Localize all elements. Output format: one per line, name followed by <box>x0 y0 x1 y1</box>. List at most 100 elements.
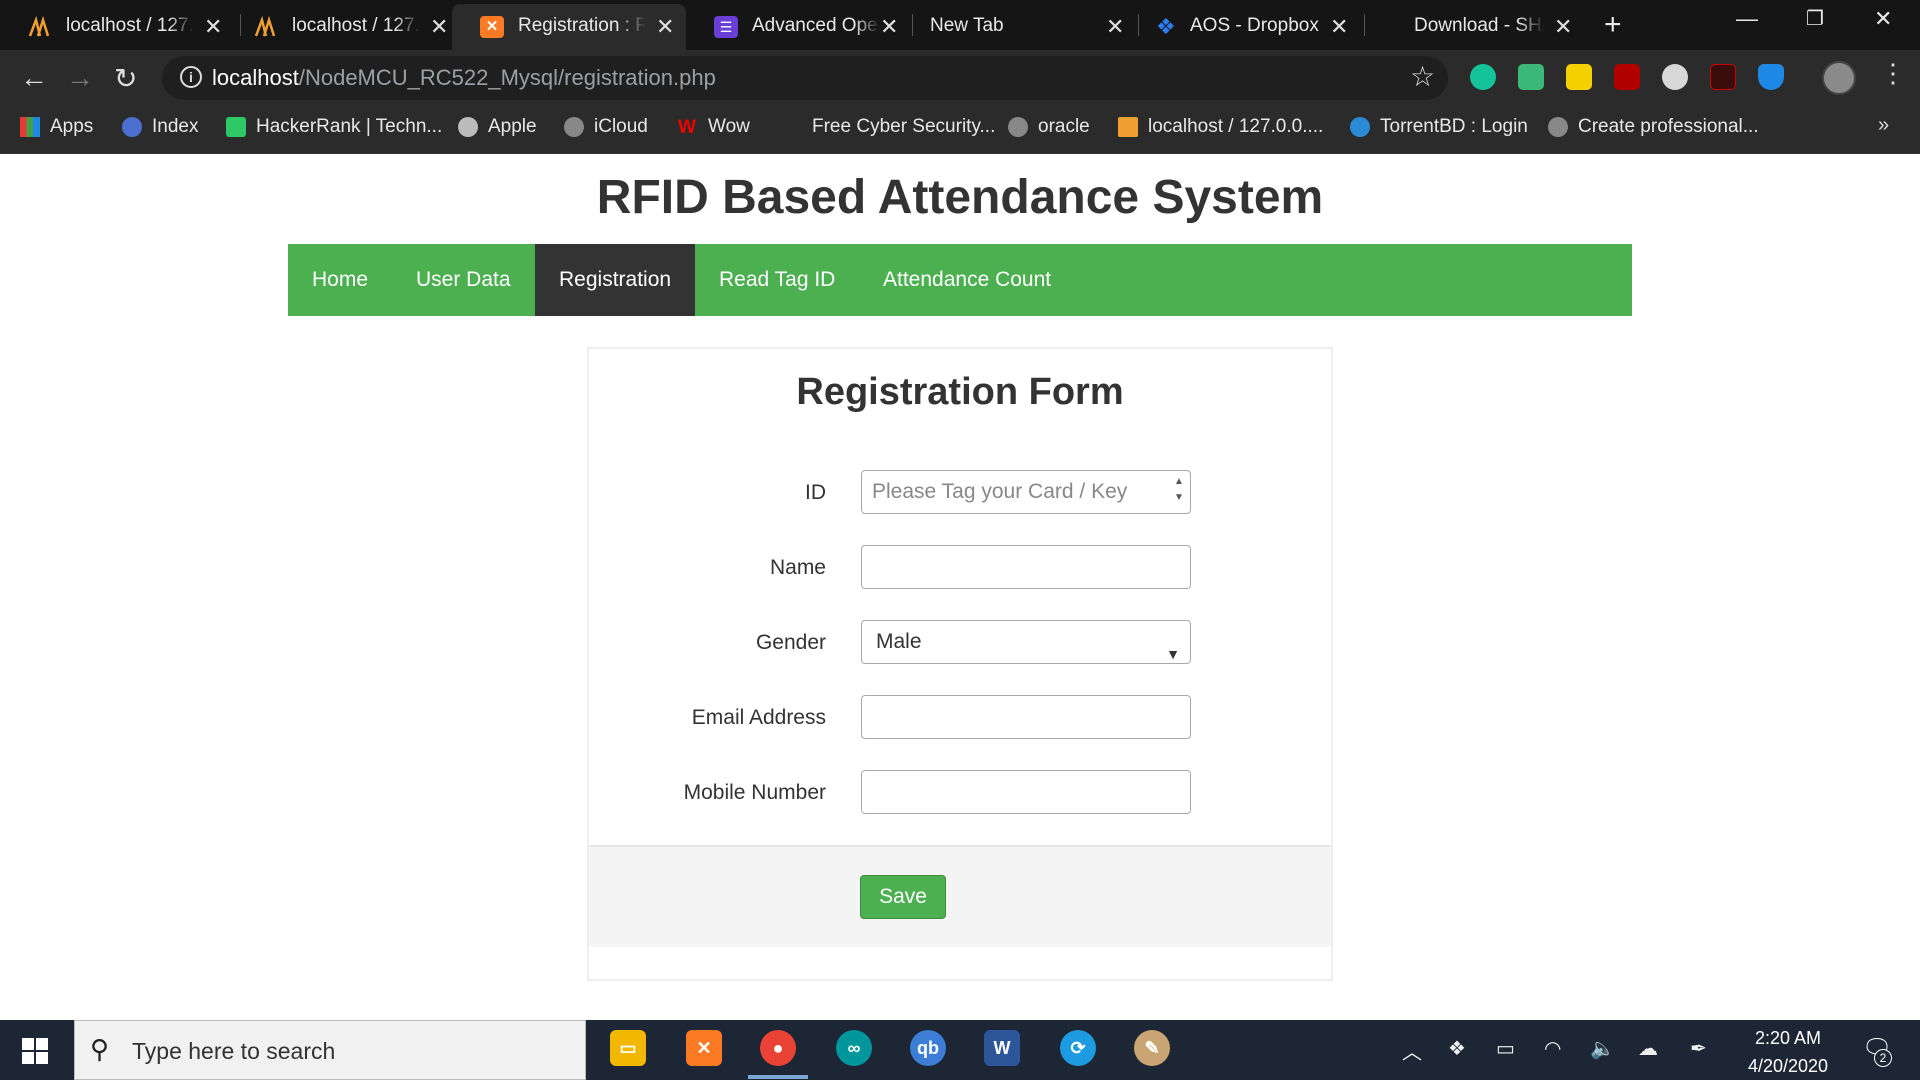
bookmark-apple[interactable]: Apple <box>458 116 537 138</box>
date: 4/20/2020 <box>1747 1056 1829 1076</box>
bookmark-torrentbd[interactable]: TorrentBD : Login <box>1350 116 1528 138</box>
ublock-icon[interactable] <box>1614 64 1640 90</box>
bookmark-create-professional[interactable]: Create professional... <box>1548 116 1759 138</box>
nav-attendance-count[interactable]: Attendance Count <box>859 244 1075 316</box>
mail-extension-icon[interactable] <box>1518 64 1544 90</box>
chrome-icon[interactable]: ● <box>760 1030 796 1066</box>
bookmark-oracle[interactable]: oracle <box>1008 116 1090 138</box>
close-icon[interactable]: ✕ <box>1106 14 1124 40</box>
chevron-up-icon[interactable]: ︿ <box>1402 1036 1422 1065</box>
search-icon: ⚲ <box>90 1034 110 1064</box>
tab-registration[interactable]: ✕ Registration : RF ✕ <box>452 4 686 50</box>
battery-icon[interactable]: ▭ <box>1496 1036 1515 1061</box>
tab-download[interactable]: Download - SH/ ✕ <box>1364 4 1590 50</box>
word-icon[interactable]: W <box>984 1030 1020 1066</box>
bookmark-star-icon[interactable]: ☆ <box>1410 60 1435 93</box>
taskbar-search-placeholder: Type here to search <box>132 1038 336 1064</box>
page-title: RFID Based Attendance System <box>596 171 1324 224</box>
close-icon[interactable]: ✕ <box>204 14 222 40</box>
pen-icon[interactable]: ✒ <box>1690 1036 1707 1061</box>
tab-title: Download - SH/ <box>1414 15 1544 36</box>
tab-title: New Tab <box>930 15 1004 36</box>
tab-title: localhost / 127.0 <box>66 15 194 36</box>
grammarly-icon[interactable] <box>1470 64 1496 90</box>
wifi-icon[interactable]: ◠ <box>1544 1036 1561 1061</box>
active-app-indicator <box>748 1075 808 1079</box>
list-icon: ☰ <box>714 16 738 38</box>
forward-button[interactable]: → <box>66 62 94 94</box>
close-icon[interactable]: ✕ <box>656 14 674 40</box>
name-label: Name <box>769 556 826 579</box>
bookmark-localhost[interactable]: localhost / 127.0.0.... <box>1118 116 1323 138</box>
minimize-button[interactable]: — <box>1736 6 1758 32</box>
chevron-down-icon: ▼ <box>1166 646 1180 662</box>
tab-title: Registration : RF <box>518 15 646 36</box>
extension-icon[interactable] <box>1662 64 1688 90</box>
bookmark-free-cyber-security[interactable]: Free Cyber Security... <box>812 116 995 138</box>
tab-localhost-1[interactable]: localhost / 127.0 ✕ <box>0 4 226 50</box>
nav-registration[interactable]: Registration <box>535 244 695 316</box>
tab-localhost-2[interactable]: localhost / 127.0 ✕ <box>226 4 452 50</box>
gender-select[interactable]: Male ▼ <box>861 620 1191 664</box>
nav-home[interactable]: Home <box>288 244 392 316</box>
windows-start-icon[interactable] <box>22 1038 48 1064</box>
cloud-upload-icon[interactable]: ☁ <box>1638 1036 1658 1061</box>
email-label: Email Address <box>691 706 826 729</box>
qbittorrent-icon[interactable]: qb <box>910 1030 946 1066</box>
close-icon[interactable]: ✕ <box>880 14 898 40</box>
volume-icon[interactable]: 🔈 <box>1590 1036 1615 1061</box>
spinner-arrows-icon[interactable]: ▲ ▼ <box>1171 474 1187 508</box>
restore-button[interactable]: ❐ <box>1806 6 1824 31</box>
bookmark-index[interactable]: Index <box>122 116 198 138</box>
chevron-right-icon[interactable]: » <box>1878 114 1889 137</box>
apple-icon <box>458 117 478 137</box>
close-icon[interactable]: ✕ <box>1330 14 1348 40</box>
sync-app-icon[interactable]: ⟳ <box>1060 1030 1096 1066</box>
id-input[interactable] <box>861 470 1191 514</box>
bookmark-wow[interactable]: W Wow <box>678 116 750 138</box>
shield-icon[interactable] <box>1758 64 1784 90</box>
dropbox-icon[interactable]: ❖ <box>1448 1036 1466 1061</box>
new-tab-button[interactable]: + <box>1604 8 1622 42</box>
avatar[interactable] <box>1822 61 1856 95</box>
name-input[interactable] <box>861 545 1191 589</box>
menu-dots-icon[interactable]: ⋮ <box>1880 58 1906 89</box>
notification-count-badge: 2 <box>1874 1049 1892 1067</box>
nav-read-tag-id[interactable]: Read Tag ID <box>695 244 859 316</box>
mobile-input[interactable] <box>861 770 1191 814</box>
tab-advanced-operations[interactable]: ☰ Advanced Opera ✕ <box>686 4 912 50</box>
nav-user-data[interactable]: User Data <box>392 244 535 316</box>
bookmark-apps[interactable]: Apps <box>20 116 93 138</box>
email-input[interactable] <box>861 695 1191 739</box>
arduino-icon[interactable]: ∞ <box>836 1030 872 1066</box>
form-title: Registration Form <box>796 371 1124 413</box>
notion-extension-icon[interactable] <box>1566 64 1592 90</box>
xampp-icon[interactable]: ✕ <box>686 1030 722 1066</box>
close-window-button[interactable]: ✕ <box>1874 6 1892 32</box>
file-explorer-icon[interactable]: ▭ <box>610 1030 646 1066</box>
paint-icon[interactable]: ✎ <box>1134 1030 1170 1066</box>
info-icon[interactable]: i <box>180 66 202 88</box>
url-text[interactable]: localhost/NodeMCU_RC522_Mysql/registrati… <box>212 65 716 91</box>
gender-label: Gender <box>755 631 826 654</box>
phpmyadmin-icon <box>254 16 276 37</box>
bookmark-hackerrank[interactable]: HackerRank | Techn... <box>226 116 442 138</box>
pdf-extension-icon[interactable] <box>1710 64 1736 90</box>
bookmark-icloud[interactable]: iCloud <box>564 116 648 138</box>
close-icon[interactable]: ✕ <box>430 14 448 40</box>
tab-dropbox[interactable]: ❖ AOS - Dropbox ✕ <box>1138 4 1364 50</box>
phpmyadmin-icon <box>1118 117 1138 137</box>
registration-card: Registration Form ID ▲▼ Name Gender Male… <box>587 347 1333 981</box>
time: 2:20 AM <box>1754 1028 1822 1048</box>
back-button[interactable]: ← <box>20 62 48 94</box>
tab-title: AOS - Dropbox <box>1190 15 1319 36</box>
reload-button[interactable]: ↻ <box>114 62 137 95</box>
mobile-label: Mobile Number <box>683 781 826 804</box>
close-icon[interactable]: ✕ <box>1554 14 1572 40</box>
hackerrank-icon <box>226 117 246 137</box>
clock[interactable]: 2:20 AM 4/20/2020 <box>1728 1024 1848 1080</box>
phpmyadmin-icon <box>28 16 50 37</box>
tab-new-tab[interactable]: New Tab ✕ <box>900 4 1138 50</box>
torrentbd-icon <box>1350 117 1370 137</box>
save-button[interactable]: Save <box>860 875 946 919</box>
